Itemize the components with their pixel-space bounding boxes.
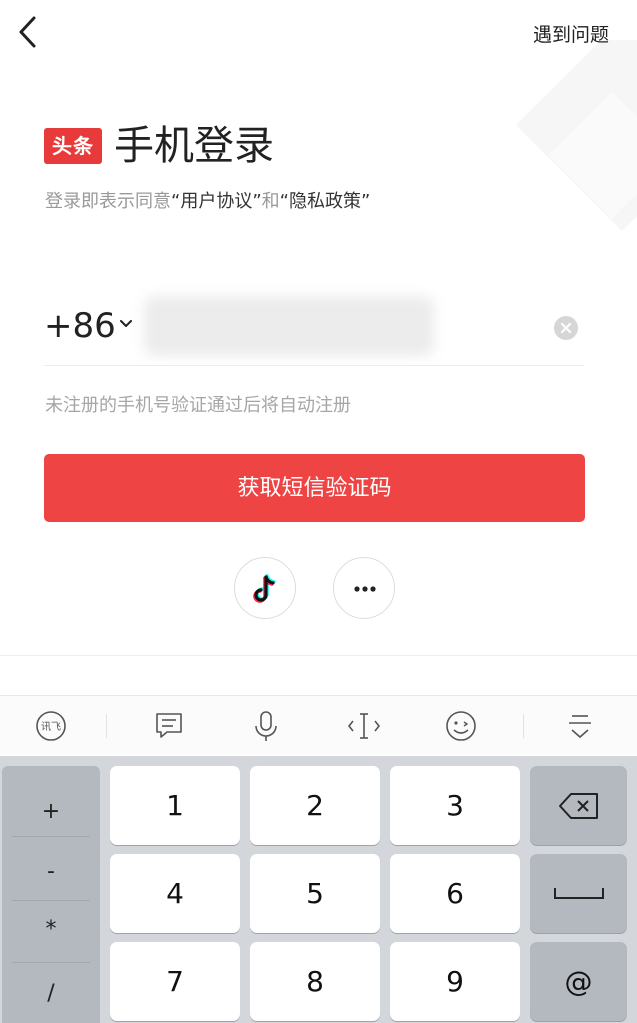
help-link[interactable]: 遇到问题	[533, 20, 609, 47]
toolbar-separator	[523, 714, 524, 738]
get-sms-code-button[interactable]: 获取短信验证码	[44, 454, 585, 522]
symbol-divider	[12, 962, 90, 963]
phone-input-row: +86	[44, 290, 584, 366]
privacy-policy-link[interactable]: “隐私政策”	[280, 191, 371, 212]
key-5[interactable]: 5	[250, 854, 380, 933]
tiktok-login-button[interactable]	[234, 557, 296, 619]
svg-text:讯飞: 讯飞	[41, 721, 61, 733]
key-slash[interactable]: /	[2, 964, 100, 1023]
microphone-icon[interactable]	[246, 706, 286, 746]
country-code-selector[interactable]: +86	[44, 304, 116, 348]
more-login-options-button[interactable]	[333, 557, 395, 619]
key-1[interactable]: 1	[110, 766, 240, 845]
space-icon	[553, 888, 604, 899]
key-asterisk[interactable]: *	[2, 900, 100, 960]
keyboard-toolbar: 讯飞	[0, 695, 637, 755]
symbol-divider	[12, 836, 90, 837]
toolbar-separator	[106, 714, 107, 738]
chevron-left-icon	[19, 16, 36, 48]
handwriting-icon[interactable]: 讯飞	[31, 706, 71, 746]
backspace-icon	[558, 793, 598, 819]
register-hint: 未注册的手机号验证通过后将自动注册	[45, 395, 351, 416]
toutiao-logo: 头条	[44, 128, 102, 164]
chevron-down-icon[interactable]	[120, 320, 132, 328]
divider	[0, 655, 637, 656]
agreement-text: 登录即表示同意“用户协议”和“隐私政策”	[45, 188, 370, 216]
tiktok-icon	[253, 574, 276, 603]
hide-keyboard-icon[interactable]	[560, 706, 600, 746]
key-8[interactable]: 8	[250, 942, 380, 1021]
key-7[interactable]: 7	[110, 942, 240, 1021]
more-icon	[354, 586, 376, 592]
numeric-keyboard: + - * / 1 2 3 4 5 6 7 8 9 @	[0, 756, 637, 1023]
close-icon	[560, 322, 572, 334]
key-at[interactable]: @	[530, 942, 627, 1021]
key-3[interactable]: 3	[390, 766, 520, 845]
symbol-column: + - * /	[2, 766, 100, 1023]
key-minus[interactable]: -	[2, 842, 100, 902]
phone-number-input[interactable]	[144, 296, 434, 356]
agreement-prefix: 登录即表示同意	[45, 191, 171, 212]
clear-input-button[interactable]	[554, 316, 578, 340]
key-9[interactable]: 9	[390, 942, 520, 1021]
key-6[interactable]: 6	[390, 854, 520, 933]
agreement-and: 和	[261, 191, 280, 212]
cursor-icon[interactable]	[344, 706, 384, 746]
page-title: 手机登录	[114, 123, 274, 169]
backspace-key[interactable]	[530, 766, 627, 845]
background-decoration	[517, 40, 637, 240]
space-key[interactable]	[530, 854, 627, 933]
message-icon[interactable]	[149, 706, 189, 746]
emoji-icon[interactable]	[441, 706, 481, 746]
key-4[interactable]: 4	[110, 854, 240, 933]
back-button[interactable]	[14, 14, 44, 50]
user-agreement-link[interactable]: “用户协议”	[171, 191, 262, 212]
key-plus[interactable]: +	[2, 782, 100, 842]
key-2[interactable]: 2	[250, 766, 380, 845]
